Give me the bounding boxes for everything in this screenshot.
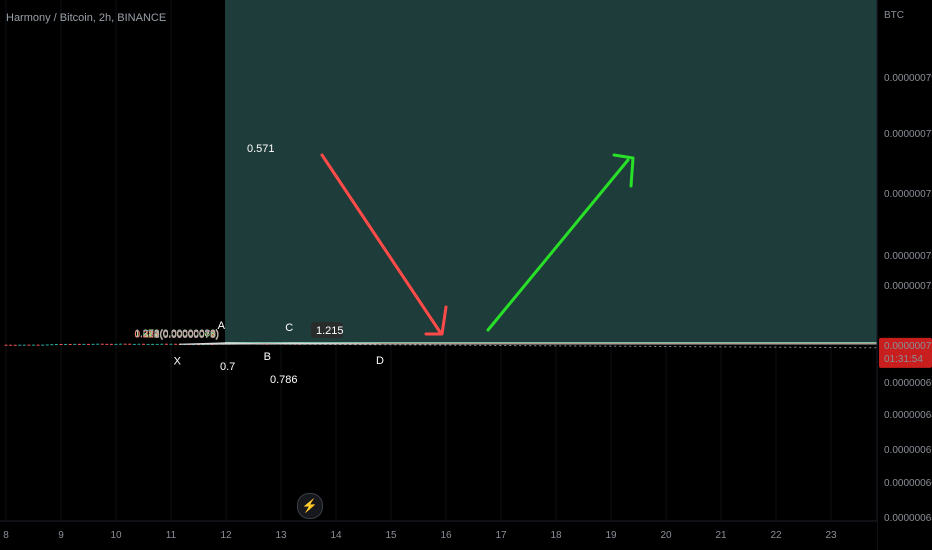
price-tick-label: 0.00000065	[884, 513, 932, 524]
candle-body	[87, 343, 90, 345]
pattern-ratio-label: 1.215	[316, 325, 344, 337]
candle-body	[151, 343, 155, 345]
time-tick-label: 13	[275, 530, 287, 541]
candle-body	[146, 343, 150, 345]
candle-body	[155, 343, 159, 345]
candle-body	[164, 343, 168, 345]
candle-body	[91, 343, 95, 345]
time-tick-label: 16	[440, 530, 452, 541]
candle-body	[100, 343, 104, 345]
fib-labels: 1.272(0.00000080)1(0.00000078)0.786(0.00…	[134, 329, 219, 341]
candle-body	[27, 344, 31, 346]
candle-body	[142, 343, 145, 345]
candle-body	[96, 343, 100, 345]
candle-body	[82, 343, 86, 345]
price-tick-label: 0.00000079	[884, 73, 932, 84]
time-tick-label: 21	[715, 530, 727, 541]
candle-body	[109, 343, 113, 345]
point-label-c: C	[285, 322, 293, 334]
price-tick-label: 0.00000066	[884, 478, 932, 489]
time-tick-label: 10	[110, 530, 122, 541]
candle-body	[13, 344, 17, 346]
candle-body	[114, 343, 118, 345]
price-tick-label: 0.00000073	[884, 251, 932, 262]
fib-zones	[225, 0, 877, 345]
current-price-label: 0.00000071	[884, 341, 932, 352]
candle-body	[59, 344, 63, 346]
pattern-ratio-label: 0.786	[270, 374, 298, 386]
time-tick-label: 22	[770, 530, 782, 541]
time-tick-label: 12	[220, 530, 232, 541]
candle-body	[32, 344, 35, 346]
candle-body	[68, 343, 72, 345]
price-tick-label: 0.00000072	[884, 281, 932, 292]
candle-body	[174, 343, 178, 345]
time-tick-label: 9	[58, 530, 64, 541]
candle-body	[132, 343, 136, 345]
price-tick-label: 0.00000075	[884, 189, 932, 200]
price-tick-label: 0.00000067	[884, 445, 932, 456]
candle-body	[123, 343, 127, 345]
point-label-b: B	[264, 351, 271, 363]
candle-body	[77, 343, 81, 345]
symbol-title: Harmony / Bitcoin, 2h, BINANCE	[6, 12, 166, 24]
time-axis-bg	[0, 521, 877, 550]
time-tick-label: 19	[605, 530, 617, 541]
candle-body	[137, 343, 141, 345]
candle-body	[105, 343, 109, 345]
fib-zone	[225, 0, 877, 343]
candle-body	[9, 344, 13, 346]
time-tick-label: 17	[495, 530, 507, 541]
candle-body	[54, 344, 58, 346]
candle-body	[36, 344, 40, 346]
chart-area[interactable]: X A B C D 0.571 0.7 0.786 1.215 1.272(0.00000080…	[0, 0, 932, 550]
candle-body	[119, 343, 123, 345]
time-tick-label: 18	[550, 530, 562, 541]
candle-body	[4, 344, 8, 346]
candle-body	[22, 344, 26, 346]
candle-body	[64, 343, 68, 345]
lightning-icon[interactable]: ⚡	[297, 493, 323, 519]
candle-body	[160, 343, 164, 345]
pattern-ratio-label: 0.571	[247, 143, 275, 155]
candle-body	[128, 343, 132, 345]
candle-body	[18, 344, 22, 346]
time-tick-label: 14	[330, 530, 342, 541]
candle-body	[73, 343, 77, 345]
candle-body	[50, 344, 54, 346]
chart-canvas[interactable]: XABCD0.5710.70.7861.215 1.272(0.00000080…	[0, 0, 932, 550]
price-axis-currency: BTC	[884, 10, 904, 21]
fib-level-label: 0(0.00000070)	[154, 330, 219, 341]
point-label-x: X	[174, 355, 182, 367]
time-tick-label: 11	[166, 530, 177, 541]
price-tick-label: 0.00000068	[884, 410, 932, 421]
candle-body	[169, 343, 173, 345]
candle-body	[41, 344, 45, 346]
time-tick-label: 15	[385, 530, 397, 541]
countdown-label: 01:31:54	[884, 354, 923, 365]
price-tick-label: 0.00000069	[884, 378, 932, 389]
pattern-ratio-label: 0.7	[220, 361, 235, 373]
price-tick-label: 0.00000077	[884, 129, 932, 140]
time-tick-label: 20	[660, 530, 672, 541]
time-tick-label: 23	[825, 530, 837, 541]
point-label-d: D	[376, 355, 384, 367]
time-tick-label: 8	[3, 530, 9, 541]
candle-body	[45, 344, 49, 346]
